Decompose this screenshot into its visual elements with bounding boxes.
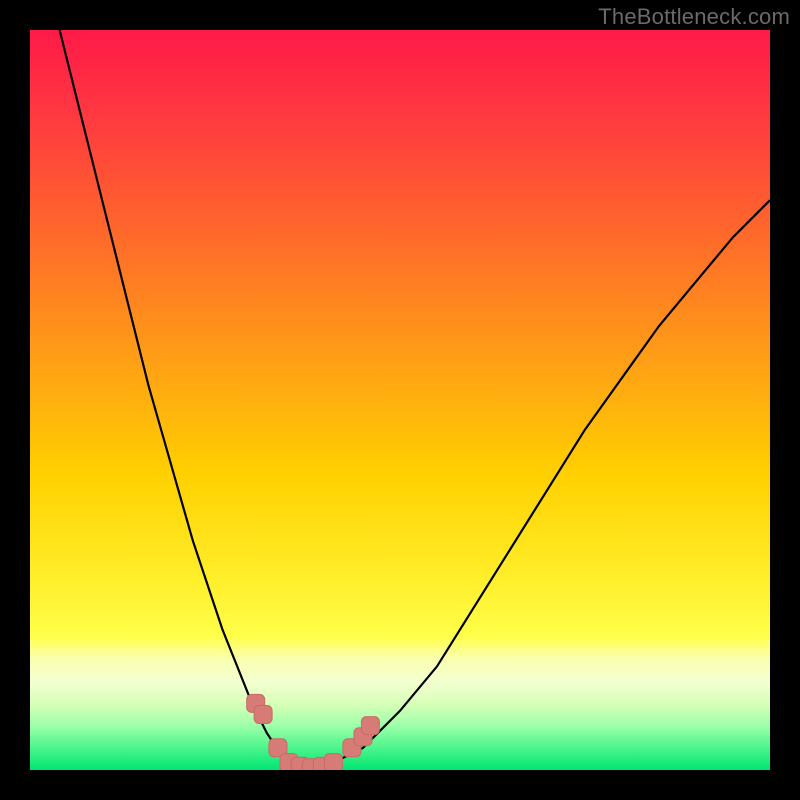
- plot-area: [30, 30, 770, 770]
- marker-point: [324, 754, 342, 770]
- chart-frame: TheBottleneck.com: [0, 0, 800, 800]
- marker-point: [254, 706, 272, 724]
- chart-svg: [30, 30, 770, 770]
- gradient-background: [30, 30, 770, 770]
- marker-point: [361, 717, 379, 735]
- watermark-text: TheBottleneck.com: [598, 4, 790, 30]
